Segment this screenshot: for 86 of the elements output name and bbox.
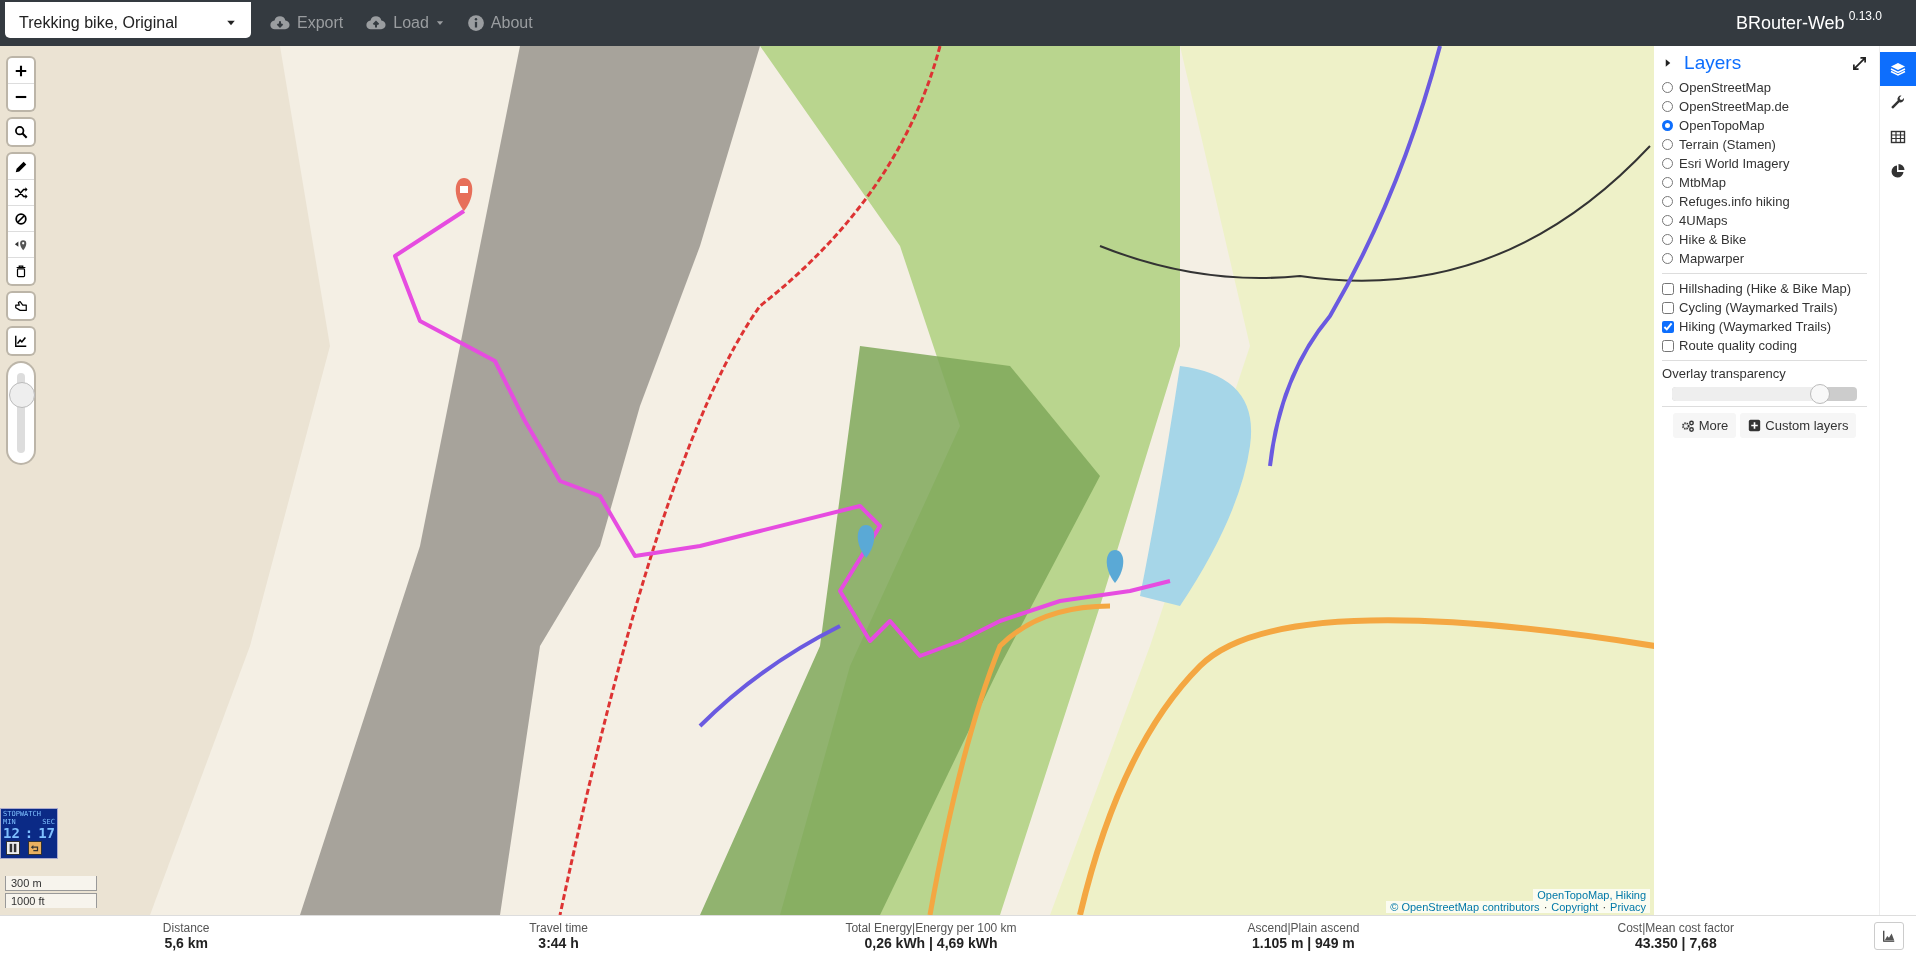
layer-label[interactable]: OpenStreetMap.de [1679,99,1789,114]
panel-button[interactable]: Custom layers [1740,413,1857,438]
layer-label[interactable]: Mapwarper [1679,251,1745,266]
separator-dot: · [1602,901,1607,913]
pie-chart-icon [1890,163,1906,179]
hand-pointer-icon [14,299,28,313]
stat-label: Travel time [529,921,589,935]
scale-bar: 300 m [5,876,97,891]
separator-dot: · [1543,901,1548,913]
minutes-value: 12 [3,826,20,841]
stat-label: Distance [162,921,210,935]
layer-radio[interactable] [1662,215,1674,226]
stat-value: 43.350 | 7,68 [1634,935,1717,951]
marker-left-icon [14,237,28,252]
stat-value: 5,6 km [164,935,208,951]
attribution-link[interactable]: Privacy [1610,901,1647,913]
menu-button[interactable]: Export [265,13,348,33]
pause-button[interactable] [6,841,20,855]
transparency-slider[interactable] [1672,387,1857,401]
overlay-checkbox[interactable] [1662,320,1675,333]
gears-icon [1680,418,1695,433]
scale-bar: 1000 ft [5,893,97,908]
layer-radio[interactable] [1662,139,1674,150]
layer-radio[interactable] [1662,158,1674,169]
wrench-icon [1890,95,1906,111]
overlay-label[interactable]: Hillshading (Hike & Bike Map) [1679,281,1852,296]
map-marker-icon[interactable] [1106,550,1124,583]
reset-button[interactable] [28,841,42,855]
layer-radio[interactable] [1662,196,1674,207]
map-marker-icon[interactable] [857,525,875,558]
attribution-link[interactable]: © OpenStreetMap contributors [1390,901,1540,913]
layer-label[interactable]: Terrain (Stamen) [1679,137,1776,152]
stat-value: 1.105 m | 949 m [1252,935,1355,951]
shuffle-icon [14,185,28,200]
elevation-button[interactable] [1874,922,1904,950]
layer-label[interactable]: Hike & Bike [1679,232,1747,247]
attribution-link[interactable]: Copyright [1551,901,1599,913]
layer-radio[interactable] [1662,101,1674,112]
area-chart-icon [1882,929,1896,943]
layer-label[interactable]: Refuges.info hiking [1679,194,1790,209]
layer-radio[interactable] [1662,82,1674,93]
overlay-label[interactable]: Cycling (Waymarked Trails) [1679,300,1838,315]
time-separator: : [24,826,34,841]
layer-label[interactable]: OpenStreetMap [1679,80,1771,95]
transparency-label: Overlay transparency [1662,366,1787,381]
stat-value: 0,26 kWh | 4,69 kWh [864,935,998,951]
line-chart-icon [14,334,28,348]
return-arrow-icon [30,843,40,853]
map-marker-icon[interactable] [455,178,473,211]
layer-radio[interactable] [1662,234,1674,245]
panel-title: Layers [1684,52,1743,74]
plus-square-icon [1748,419,1762,432]
menu-button[interactable]: Load [361,13,449,33]
overlay-checkbox[interactable] [1662,282,1675,295]
profile-select[interactable]: Trekking bike, Original [5,2,251,38]
panel-button[interactable]: More [1672,413,1737,438]
stat-label: Total Energy|Energy per 100 km [845,921,1017,935]
table-icon [1890,129,1906,145]
layer-label[interactable]: Esri World Imagery [1679,156,1790,171]
layer-label[interactable]: MtbMap [1679,175,1727,190]
stat-label: Ascend|Plain ascend [1247,921,1360,935]
layer-label[interactable]: OpenTopoMap [1679,118,1765,133]
app-title: BRouter-Web [1735,12,1845,34]
search-icon [14,125,28,139]
stat-value: 3:44 h [538,935,579,951]
pause-icon [8,843,18,853]
trash-icon [14,264,28,278]
layer-label[interactable]: 4UMaps [1679,213,1728,228]
version-label: 0.13.0 [1848,8,1882,23]
overlay-checkbox[interactable] [1662,301,1675,314]
menu-button[interactable]: About [462,14,537,32]
info-icon [466,14,485,32]
layer-radio[interactable] [1662,177,1674,188]
ban-icon [14,211,28,226]
seconds-value: 17 [38,826,55,841]
stat-label: Cost|Mean cost factor [1617,921,1735,935]
layer-radio[interactable] [1662,120,1674,131]
overlay-label[interactable]: Hiking (Waymarked Trails) [1679,319,1832,334]
overlay-checkbox[interactable] [1662,339,1675,352]
expand-icon [1852,55,1867,71]
pencil-icon [14,159,28,174]
layer-radio[interactable] [1662,253,1674,264]
overlay-label[interactable]: Route quality coding [1679,338,1797,353]
zoom-slider[interactable] [8,363,34,463]
layers-icon [1890,61,1906,77]
zoom-in-icon [14,63,28,78]
